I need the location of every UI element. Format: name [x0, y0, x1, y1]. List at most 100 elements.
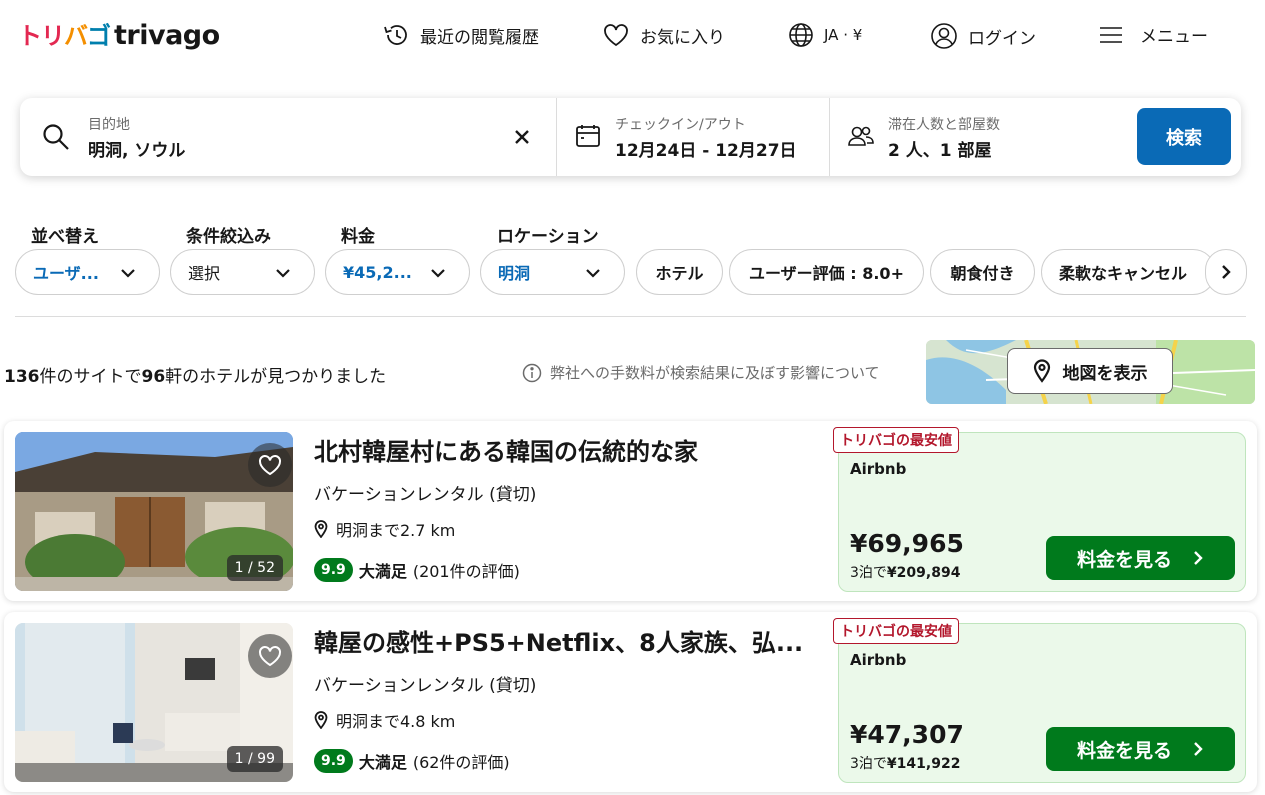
cancellation-chip-label: 柔軟なキャンセル — [1059, 264, 1188, 283]
hotel-name[interactable]: 北村韓屋村にある韓国の伝統的な家 — [314, 432, 809, 467]
conditions-dropdown[interactable]: 選択 — [170, 249, 315, 295]
fee-info-link[interactable]: 弊社への手数料が検索結果に及ぼす影響について — [522, 362, 880, 383]
sort-value: ユーザ... — [33, 264, 99, 283]
location-pin-icon — [314, 711, 328, 729]
dates-field[interactable]: チェックイン/アウト 12月24日 - 12月27日 — [557, 98, 829, 176]
guests-label: 滞在人数と部屋数 — [888, 117, 1000, 133]
total-price: 3泊で¥141,922 — [850, 753, 960, 773]
photo-counter: 1 / 52 — [226, 555, 283, 581]
favorite-button[interactable] — [248, 634, 292, 678]
location-dropdown[interactable]: 明洞 — [480, 249, 625, 295]
price-value: ¥45,2... — [343, 262, 412, 282]
distance-info: 明洞まで2.7 km — [314, 517, 455, 541]
location-title: ロケーション — [497, 227, 599, 247]
chevron-down-icon — [121, 269, 135, 278]
dates-value: 12月24日 - 12月27日 — [615, 141, 797, 161]
photo-counter: 1 / 99 — [226, 746, 283, 772]
chevron-down-icon — [431, 269, 445, 278]
destination-label: 目的地 — [88, 117, 130, 133]
favorites-label: お気に入り — [640, 27, 725, 48]
rating-info[interactable]: 9.9 大満足 (62件の評価) — [314, 749, 510, 773]
language-currency-label: JA · ¥ — [824, 26, 863, 44]
distance-text: 明洞まで2.7 km — [336, 521, 456, 540]
total-price-prefix: 3泊で — [850, 756, 887, 772]
sort-title: 並べ替え — [31, 227, 99, 247]
sort-dropdown[interactable]: ユーザ... — [15, 249, 160, 295]
favorite-button[interactable] — [248, 443, 292, 487]
rating-score-badge: 9.9 — [314, 749, 353, 773]
nightly-price: ¥47,307 — [850, 720, 964, 749]
view-deal-label: 料金を見る — [1076, 739, 1172, 762]
property-type: バケーションレンタル (貸切) — [314, 485, 537, 505]
logo-english: trivago — [114, 20, 220, 51]
hotel-photo[interactable]: 1 / 52 — [15, 432, 293, 591]
search-icon — [43, 124, 69, 150]
language-currency-selector[interactable]: JA · ¥ — [788, 22, 862, 48]
guests-field[interactable]: 滞在人数と部屋数 2 人、1 部屋 — [830, 98, 1130, 176]
distance-info: 明洞まで4.8 km — [314, 708, 455, 732]
globe-icon — [789, 23, 813, 47]
filter-chip-hotel[interactable]: ホテル — [636, 249, 723, 295]
filter-chip-rating[interactable]: ユーザー評価 : 8.0+ — [729, 249, 924, 295]
chevron-down-icon — [276, 269, 290, 278]
search-button[interactable]: 検索 — [1137, 108, 1231, 165]
menu-label: メニュー — [1140, 27, 1208, 47]
chevron-right-icon — [1194, 551, 1203, 565]
destination-field[interactable]: 目的地 明洞, ソウル — [20, 98, 556, 176]
sites-count: 136 — [4, 367, 40, 387]
logo-japanese: トリバゴ — [18, 22, 111, 50]
conditions-title: 条件絞込み — [186, 227, 271, 247]
best-price-tag: トリバゴの最安値 — [833, 618, 959, 644]
recently-viewed-link[interactable]: 最近の閲覧履歴 — [382, 22, 539, 48]
history-icon — [384, 25, 407, 45]
price-title: 料金 — [341, 227, 375, 247]
login-link[interactable]: ログイン — [930, 22, 1036, 50]
view-deal-label: 料金を見る — [1076, 548, 1172, 571]
trivago-logo[interactable]: トリバゴ trivago — [18, 16, 220, 51]
chevron-right-icon — [1222, 265, 1231, 279]
hotel-name[interactable]: 韓屋の感性+PS5+Netflix、8人家族、弘... — [314, 623, 809, 658]
hotel-card[interactable]: 1 / 52 北村韓屋村にある韓国の伝統的な家 バケーションレンタル (貸切) … — [4, 421, 1257, 601]
hotel-card[interactable]: 1 / 99 韓屋の感性+PS5+Netflix、8人家族、弘... バケーショ… — [4, 612, 1257, 792]
fee-info-text: 弊社への手数料が検索結果に及ぼす影響について — [550, 364, 880, 382]
heart-icon — [604, 24, 628, 47]
guests-value: 2 人、1 部屋 — [888, 141, 992, 161]
favorites-link[interactable]: お気に入り — [602, 22, 725, 48]
chevron-down-icon — [586, 269, 600, 278]
dates-label: チェックイン/アウト — [615, 117, 746, 133]
rating-label: 大満足 — [358, 753, 407, 772]
view-deal-button[interactable]: 料金を見る — [1046, 727, 1235, 771]
chevron-right-icon — [1194, 742, 1203, 756]
nightly-price: ¥69,965 — [850, 529, 964, 558]
hamburger-menu-icon — [1100, 26, 1122, 43]
filter-chip-cancellation[interactable]: 柔軟なキャンセル — [1041, 249, 1216, 295]
property-type: バケーションレンタル (貸切) — [314, 676, 537, 696]
location-pin-icon — [314, 520, 328, 538]
filter-chip-breakfast[interactable]: 朝食付き — [930, 249, 1035, 295]
booking-site-name: Airbnb — [850, 651, 907, 669]
hotel-photo[interactable]: 1 / 99 — [15, 623, 293, 782]
total-price-value: ¥141,922 — [886, 756, 961, 772]
menu-button[interactable]: メニュー — [1098, 22, 1208, 47]
map-pin-icon — [1033, 359, 1050, 383]
price-dropdown[interactable]: ¥45,2... — [325, 249, 470, 295]
heart-icon — [259, 454, 281, 476]
rating-label: 大満足 — [358, 562, 407, 581]
divider — [15, 316, 1246, 317]
filters-scroll-right-button[interactable] — [1205, 249, 1247, 295]
guests-icon — [848, 126, 874, 146]
results-summary: 136件のサイトで96軒のホテルが見つかりました — [4, 362, 386, 387]
total-price-value: ¥209,894 — [886, 565, 961, 581]
hotels-count-suffix: 軒のホテルが見つかりました — [165, 367, 387, 387]
distance-text: 明洞まで4.8 km — [336, 712, 456, 731]
rating-info[interactable]: 9.9 大満足 (201件の評価) — [314, 558, 520, 582]
location-value: 明洞 — [498, 264, 531, 283]
rating-score-badge: 9.9 — [314, 558, 353, 582]
best-price-tag: トリバゴの最安値 — [833, 427, 959, 453]
calendar-icon — [576, 125, 600, 147]
view-deal-button[interactable]: 料金を見る — [1046, 536, 1235, 580]
show-map-button[interactable]: 地図を表示 — [1007, 348, 1173, 394]
login-label: ログイン — [968, 28, 1036, 49]
destination-input[interactable]: 明洞, ソウル — [88, 136, 185, 161]
clear-icon[interactable] — [514, 129, 530, 145]
